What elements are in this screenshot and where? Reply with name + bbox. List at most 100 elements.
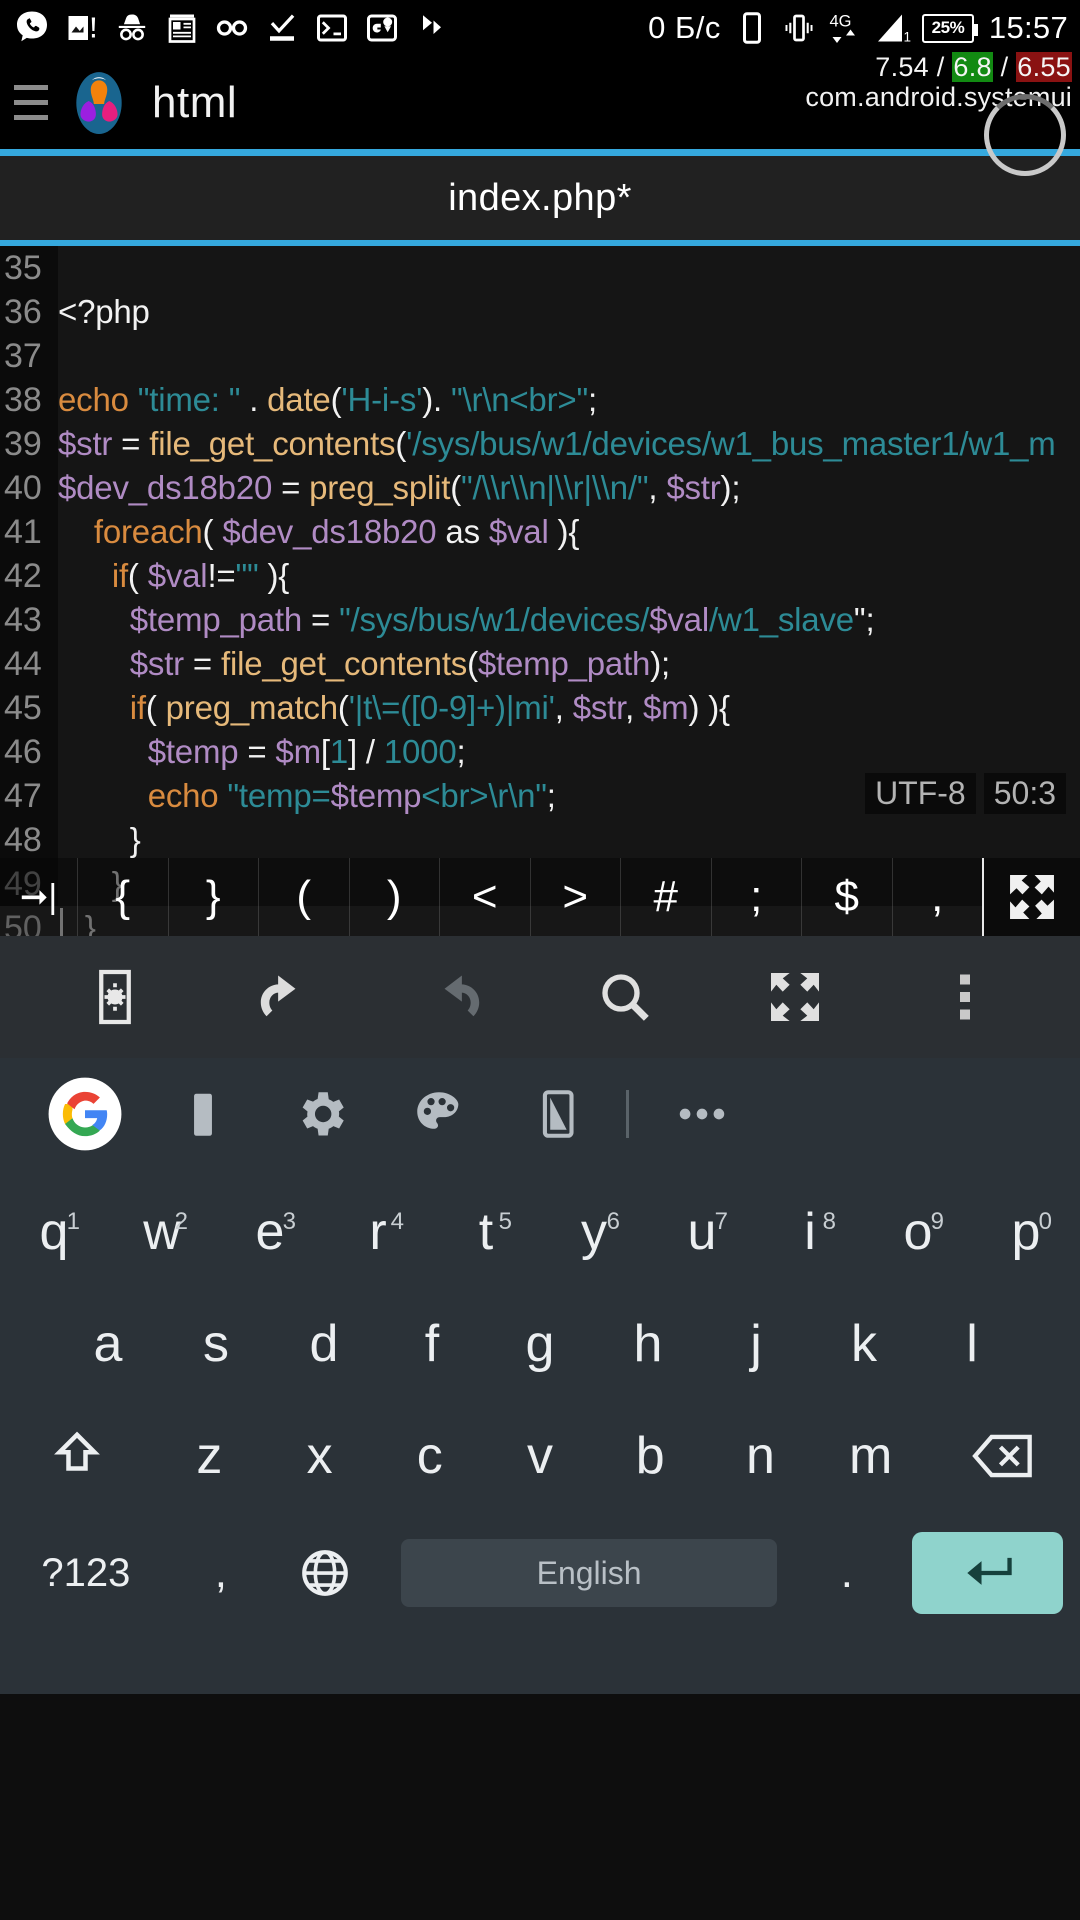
key-o[interactable]: 9o (864, 1202, 972, 1262)
key-q[interactable]: 1q (0, 1202, 108, 1262)
vibrate-icon (781, 10, 817, 46)
key-a[interactable]: a (54, 1314, 162, 1374)
line-number: 43 (0, 598, 58, 642)
cursor-position-badge: 50:3 (984, 773, 1066, 814)
one-handed-icon[interactable] (498, 1085, 616, 1143)
key-b[interactable]: b (595, 1426, 705, 1486)
code-line[interactable]: 42 if( $val!="" ){ (0, 554, 1080, 598)
key-v[interactable]: v (485, 1426, 595, 1486)
key-period[interactable]: . (798, 1548, 896, 1598)
symbols-key[interactable]: ?123 (0, 1551, 172, 1596)
redo-icon[interactable] (419, 961, 491, 1033)
code-line-text: $dev_ds18b20 = preg_split("/\\r\\n|\\r|\… (58, 466, 740, 510)
incognito-icon (114, 10, 150, 46)
code-line-text: if( $val!="" ){ (58, 554, 289, 598)
symbol-key[interactable]: # (621, 858, 712, 936)
search-icon[interactable] (589, 961, 661, 1033)
code-line-text: if( preg_match('|t\=([0-9]+)|mi', $str, … (58, 686, 730, 730)
key-w[interactable]: 2w (108, 1202, 216, 1262)
code-line[interactable]: 48 } (0, 818, 1080, 862)
keyboard-row-1[interactable]: 1q2w3e4r5t6y7u8i9o0p (0, 1176, 1080, 1288)
code-editor[interactable]: 3536<?php3738echo "time: " . date('H-i-s… (0, 246, 1080, 936)
key-y[interactable]: 6y (540, 1202, 648, 1262)
keyboard-row-3[interactable]: z x c v b n m (0, 1400, 1080, 1512)
code-line[interactable]: 39$str = file_get_contents('/sys/bus/w1/… (0, 422, 1080, 466)
key-m[interactable]: m (816, 1426, 926, 1486)
more-vertical-icon[interactable] (929, 961, 1001, 1033)
symbol-key[interactable]: { (78, 858, 169, 936)
code-line[interactable]: 38echo "time: " . date('H-i-s'). "\r\n<b… (0, 378, 1080, 422)
clipboard-icon[interactable] (144, 1085, 262, 1143)
code-text-area[interactable]: 3536<?php3738echo "time: " . date('H-i-s… (0, 246, 1080, 936)
key-number-hint: 1 (67, 1208, 80, 1236)
symbol-key[interactable]: < (440, 858, 531, 936)
palette-icon[interactable] (380, 1085, 498, 1143)
battery-percent-label: 25% (932, 18, 965, 38)
code-line[interactable]: 43 $temp_path = "/sys/bus/w1/devices/$va… (0, 598, 1080, 642)
symbol-quick-row[interactable]: ➞| {}()<>#;$, (0, 858, 1080, 936)
keyboard-row-2[interactable]: asdfghjkl (0, 1288, 1080, 1400)
tab-arrow-icon[interactable]: ➞| (0, 858, 78, 936)
svg-text:1: 1 (903, 30, 911, 45)
symbol-key[interactable]: , (893, 858, 985, 936)
line-number: 39 (0, 422, 58, 466)
key-x[interactable]: x (264, 1426, 374, 1486)
editor-status-badges: UTF-8 50:3 (865, 773, 1066, 814)
tab-index-php[interactable]: index.php* (448, 177, 632, 220)
code-line[interactable]: 37 (0, 334, 1080, 378)
google-logo-icon[interactable] (26, 1076, 144, 1152)
symbol-key[interactable]: ( (259, 858, 350, 936)
key-u[interactable]: 7u (648, 1202, 756, 1262)
key-z[interactable]: z (154, 1426, 264, 1486)
key-number-hint: 3 (283, 1208, 296, 1236)
collapse-arrows-icon[interactable] (984, 858, 1080, 936)
code-line[interactable]: 45 if( preg_match('|t\=([0-9]+)|mi', $st… (0, 686, 1080, 730)
code-line[interactable]: 44 $str = file_get_contents($temp_path); (0, 642, 1080, 686)
code-line[interactable]: 35 (0, 246, 1080, 290)
key-g[interactable]: g (486, 1314, 594, 1374)
gear-icon[interactable] (262, 1085, 380, 1143)
backspace-icon[interactable] (926, 1429, 1080, 1483)
more-horizontal-icon[interactable] (643, 1099, 761, 1129)
line-number: 46 (0, 730, 58, 774)
code-line[interactable]: 36<?php (0, 290, 1080, 334)
space-key[interactable]: English (380, 1539, 797, 1607)
key-k[interactable]: k (810, 1314, 918, 1374)
key-s[interactable]: s (162, 1314, 270, 1374)
key-comma[interactable]: , (172, 1548, 270, 1598)
key-i[interactable]: 8i (756, 1202, 864, 1262)
key-r[interactable]: 4r (324, 1202, 432, 1262)
code-line-text: } (58, 818, 141, 862)
enter-key[interactable] (896, 1532, 1080, 1614)
keyboard-row-4[interactable]: ?123 , English . (0, 1512, 1080, 1634)
key-n[interactable]: n (705, 1426, 815, 1486)
code-line-text: <?php (58, 290, 150, 334)
code-line[interactable]: 41 foreach( $dev_ds18b20 as $val ){ (0, 510, 1080, 554)
symbol-key[interactable]: $ (802, 858, 893, 936)
symbol-key[interactable]: ; (712, 858, 803, 936)
fullscreen-icon[interactable] (759, 961, 831, 1033)
key-d[interactable]: d (270, 1314, 378, 1374)
key-e[interactable]: 3e (216, 1202, 324, 1262)
symbol-key[interactable]: > (531, 858, 622, 936)
symbol-key[interactable]: } (169, 858, 260, 936)
hamburger-menu-icon[interactable] (4, 85, 58, 120)
key-j[interactable]: j (702, 1314, 810, 1374)
keyboard[interactable]: 1q2w3e4r5t6y7u8i9o0p asdfghjkl z x c v b… (0, 1170, 1080, 1694)
symbol-key[interactable]: ) (350, 858, 441, 936)
key-l[interactable]: l (918, 1314, 1026, 1374)
key-h[interactable]: h (594, 1314, 702, 1374)
gboard-toolbar (0, 1058, 1080, 1170)
key-c[interactable]: c (375, 1426, 485, 1486)
key-p[interactable]: 0p (972, 1202, 1080, 1262)
shift-icon[interactable] (0, 1426, 154, 1486)
code-line[interactable]: 46 $temp = $m[1] / 1000; (0, 730, 1080, 774)
code-line-text: $str = file_get_contents($temp_path); (58, 642, 670, 686)
globe-icon[interactable] (270, 1544, 380, 1602)
gboard-toolbar-divider (626, 1090, 629, 1138)
key-f[interactable]: f (378, 1314, 486, 1374)
key-t[interactable]: 5t (432, 1202, 540, 1262)
code-line[interactable]: 40$dev_ds18b20 = preg_split("/\\r\\n|\\r… (0, 466, 1080, 510)
undo-icon[interactable] (249, 961, 321, 1033)
brightness-settings-icon[interactable] (79, 961, 151, 1033)
